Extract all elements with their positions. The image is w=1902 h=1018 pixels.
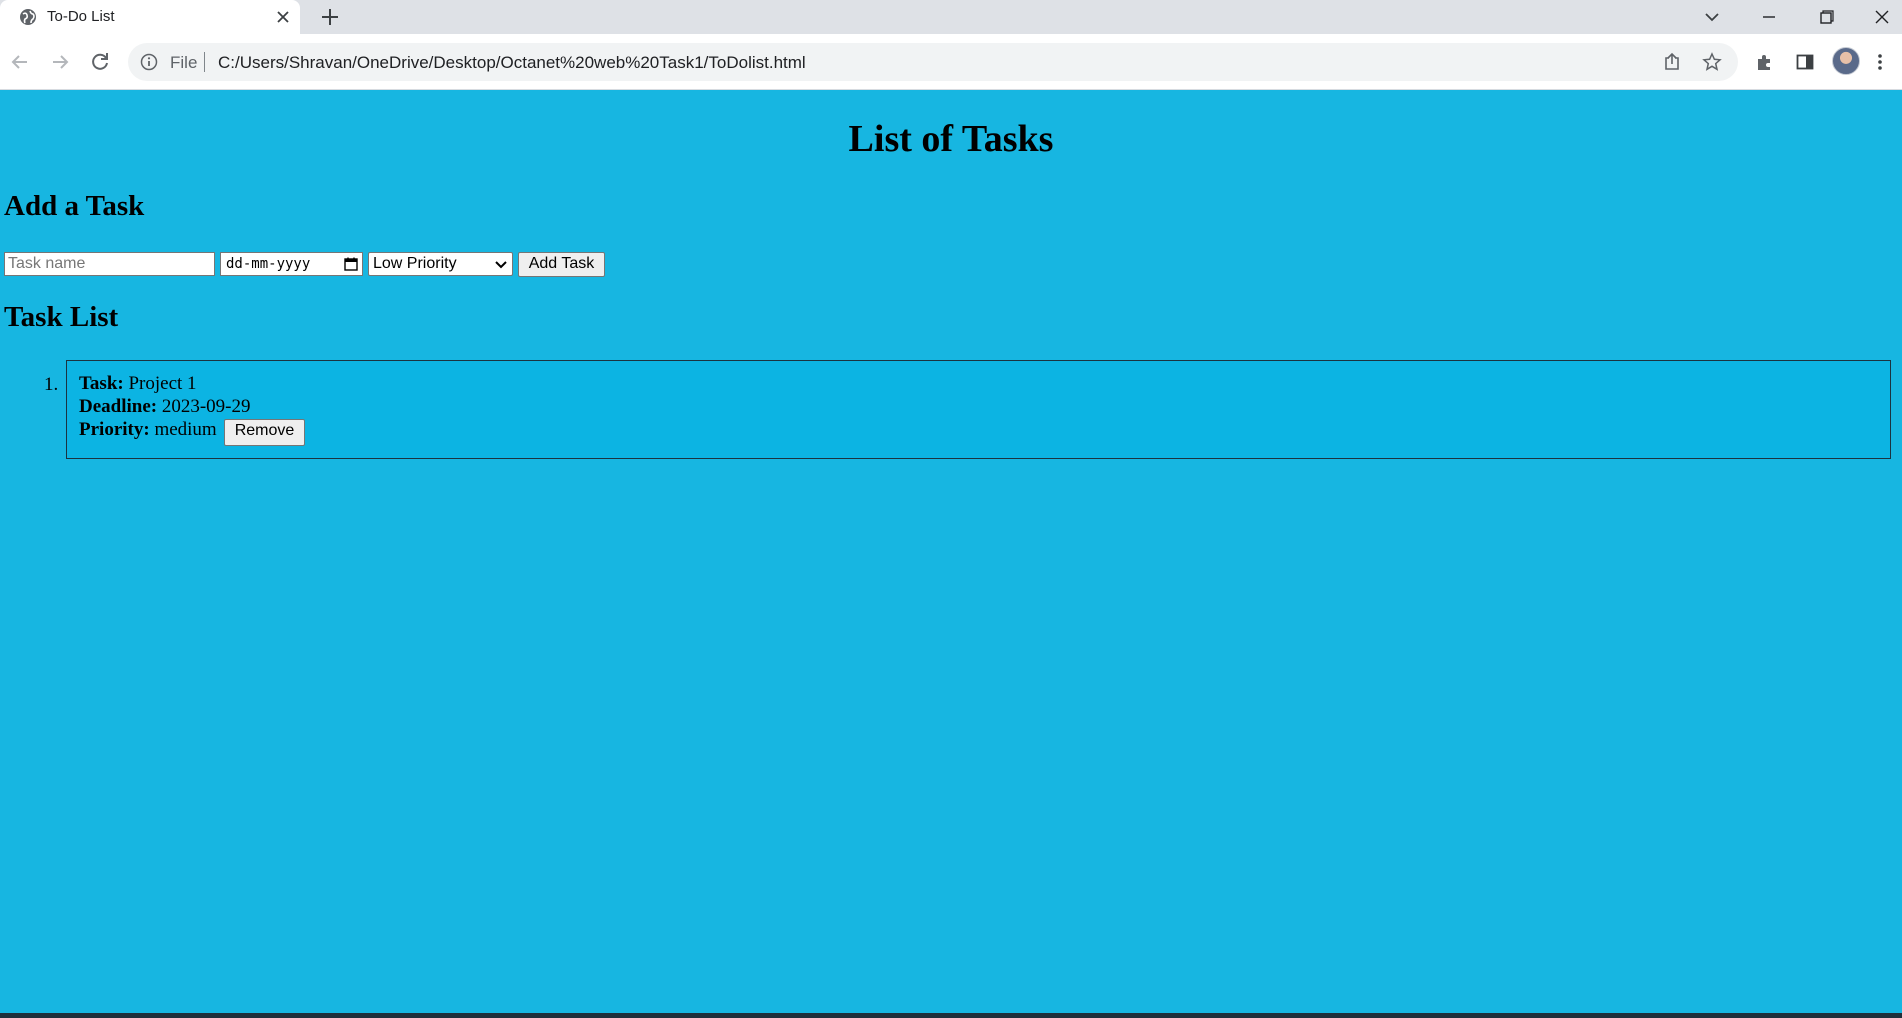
restore-icon[interactable] bbox=[1811, 4, 1841, 30]
date-placeholder: dd-mm-yyyy bbox=[226, 256, 311, 272]
add-task-heading: Add a Task bbox=[4, 190, 145, 222]
back-arrow-icon[interactable] bbox=[8, 50, 32, 74]
task-label: Task: bbox=[79, 373, 124, 394]
new-tab-icon[interactable] bbox=[318, 5, 342, 29]
priority-label: Priority: bbox=[79, 419, 150, 440]
add-task-button[interactable]: Add Task bbox=[518, 252, 605, 277]
list-item-number: 1. bbox=[44, 374, 59, 395]
minimize-icon[interactable] bbox=[1754, 4, 1784, 30]
remove-task-button[interactable]: Remove bbox=[224, 419, 305, 446]
side-panel-icon[interactable] bbox=[1795, 52, 1815, 72]
task-priority-line: Priority: medium bbox=[79, 419, 217, 441]
priority-select[interactable]: Low Priority bbox=[368, 252, 513, 276]
info-icon[interactable] bbox=[140, 53, 158, 71]
chevron-down-icon[interactable] bbox=[1700, 5, 1724, 29]
globe-icon bbox=[20, 9, 36, 25]
chevron-down-icon bbox=[495, 261, 507, 269]
bookmark-star-icon[interactable] bbox=[1702, 52, 1722, 72]
share-icon[interactable] bbox=[1662, 52, 1682, 72]
task-list-heading: Task List bbox=[4, 301, 119, 333]
page-title: List of Tasks bbox=[848, 118, 1054, 160]
tab-strip: To-Do List bbox=[0, 0, 1902, 34]
priority-select-value: Low Priority bbox=[373, 255, 457, 272]
deadline-date-input[interactable]: dd-mm-yyyy bbox=[220, 252, 363, 276]
window-bottom-edge bbox=[0, 1013, 1902, 1018]
task-name-input[interactable]: Task name bbox=[4, 252, 215, 276]
calendar-icon[interactable] bbox=[344, 257, 358, 271]
more-menu-icon[interactable] bbox=[1876, 52, 1884, 72]
deadline-label: Deadline: bbox=[79, 396, 158, 417]
url-text[interactable]: C:/Users/Shravan/OneDrive/Desktop/Octane… bbox=[218, 53, 806, 73]
omnibox-divider bbox=[204, 52, 205, 72]
browser-toolbar: File C:/Users/Shravan/OneDrive/Desktop/O… bbox=[0, 34, 1902, 90]
address-bar[interactable]: File C:/Users/Shravan/OneDrive/Desktop/O… bbox=[128, 43, 1738, 81]
task-item: Task: Project 1 Deadline: 2023-09-29 Pri… bbox=[66, 360, 1891, 459]
priority-value: medium bbox=[154, 419, 217, 440]
deadline-value: 2023-09-29 bbox=[161, 396, 251, 417]
reload-icon[interactable] bbox=[88, 50, 112, 74]
browser-tab[interactable]: To-Do List bbox=[0, 0, 300, 34]
task-name-line: Task: Project 1 bbox=[79, 373, 197, 395]
forward-arrow-icon[interactable] bbox=[48, 50, 72, 74]
task-name-value: Project 1 bbox=[128, 373, 197, 394]
scheme-label: File bbox=[170, 53, 198, 72]
profile-avatar[interactable] bbox=[1832, 47, 1860, 75]
task-deadline-line: Deadline: 2023-09-29 bbox=[79, 396, 251, 418]
close-window-icon[interactable] bbox=[1867, 4, 1897, 30]
tab-title: To-Do List bbox=[47, 8, 115, 25]
extensions-puzzle-icon[interactable] bbox=[1755, 52, 1775, 72]
page-content: List of Tasks Add a Task Task name dd-mm… bbox=[0, 90, 1902, 1013]
close-tab-icon[interactable] bbox=[273, 7, 293, 27]
